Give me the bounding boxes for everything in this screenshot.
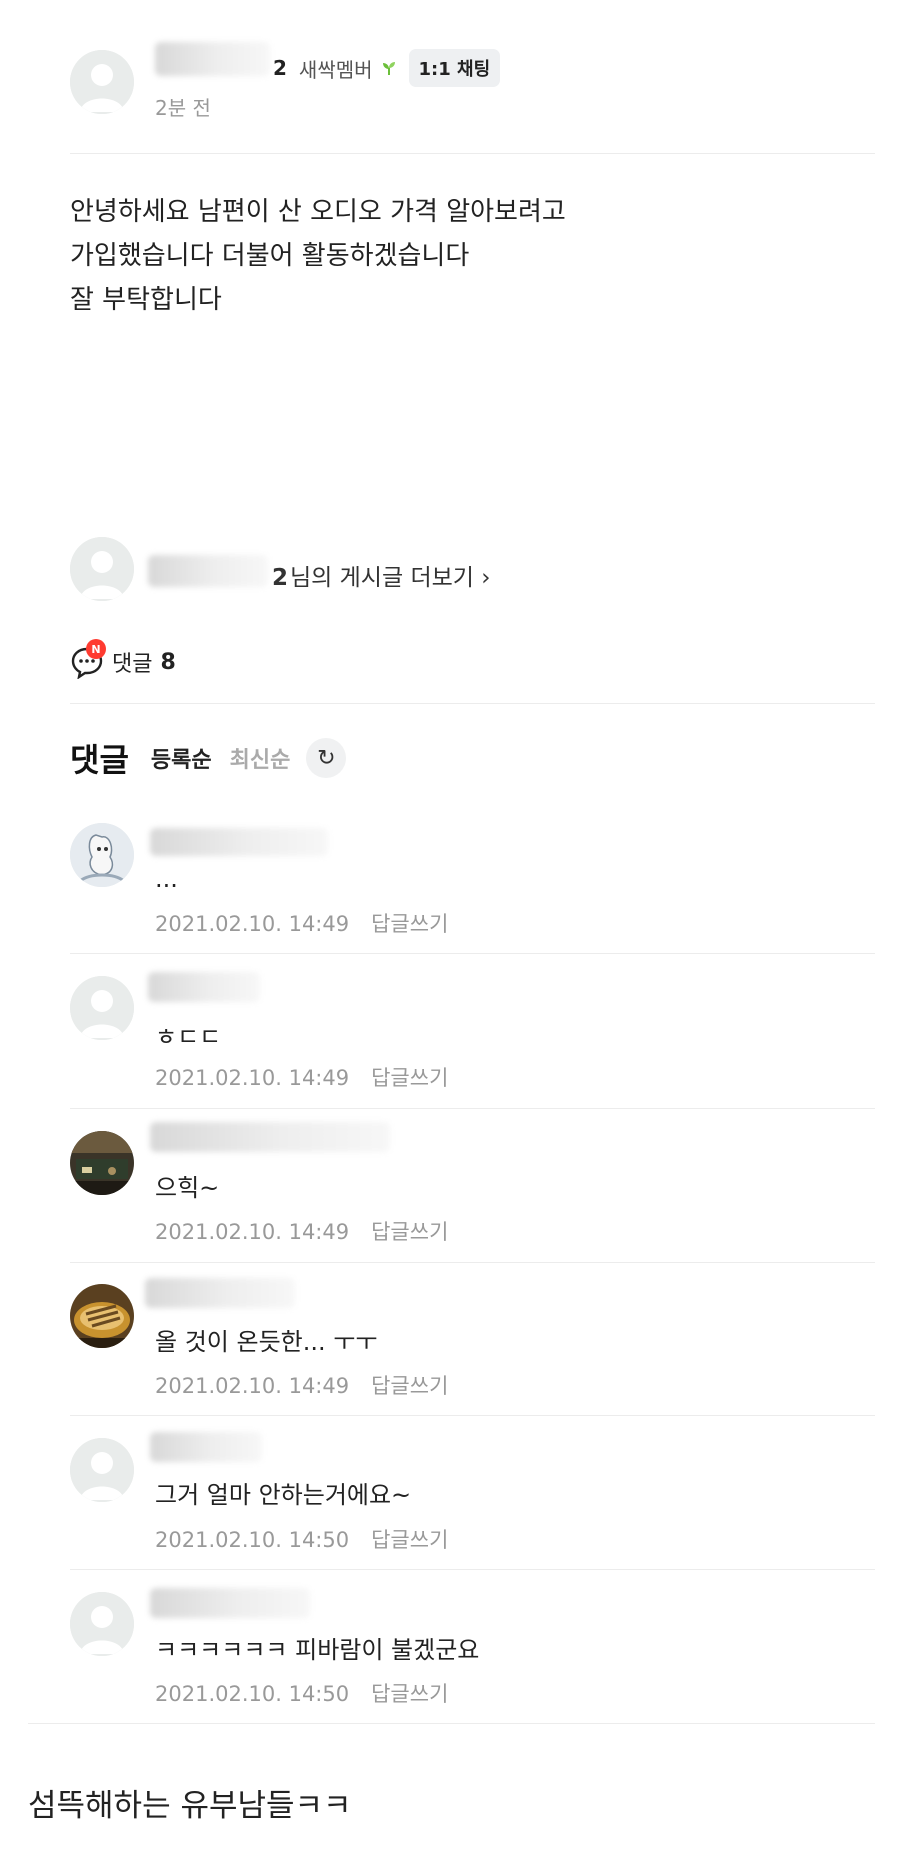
commenter-avatar[interactable] bbox=[70, 1438, 134, 1502]
comment-list-end-divider bbox=[28, 1723, 875, 1724]
comment-text: ... bbox=[155, 865, 178, 893]
post-body-line: 가입했습니다 더불어 활동하겠습니다 bbox=[70, 241, 470, 271]
reply-button[interactable]: 답글쓰기 bbox=[371, 1374, 448, 1398]
commenter-avatar[interactable] bbox=[70, 1284, 134, 1348]
comment-date: 2021.02.10. 14:49 bbox=[155, 1220, 350, 1244]
comment-date: 2021.02.10. 14:50 bbox=[155, 1682, 350, 1706]
author-more-name-redacted bbox=[148, 555, 268, 587]
refresh-icon[interactable]: ↻ bbox=[306, 738, 347, 778]
commenter-name-redacted bbox=[148, 972, 260, 1002]
header-divider bbox=[70, 153, 875, 154]
comment-date: 2021.02.10. 14:49 bbox=[155, 1374, 350, 1398]
food-photo-avatar bbox=[70, 1284, 134, 1348]
caption-text: 섬뜩해하는 유부남들ㅋㅋ bbox=[28, 1788, 352, 1824]
room-photo-avatar bbox=[70, 1131, 134, 1195]
ghost-illustration-avatar bbox=[70, 823, 134, 887]
comment-date: 2021.02.10. 14:49 bbox=[155, 1066, 350, 1090]
post-body: 안녕하세요 남편이 산 오디오 가격 알아보려고 가입했습니다 더불어 활동하겠… bbox=[70, 190, 566, 322]
comment-meta: 2021.02.10. 14:50 답글쓰기 bbox=[155, 1524, 448, 1554]
post-body-line: 잘 부탁합니다 bbox=[70, 285, 222, 315]
count-divider bbox=[70, 703, 875, 704]
default-profile-icon bbox=[70, 1438, 134, 1502]
reply-button[interactable]: 답글쓰기 bbox=[371, 912, 448, 936]
new-badge: N bbox=[86, 639, 106, 659]
comment-text: 올 것이 온듯한... ㅜㅜ bbox=[155, 1328, 378, 1356]
author-row: 2 새싹멤버 1:1 채팅 bbox=[155, 48, 501, 88]
author-avatar[interactable] bbox=[70, 50, 134, 114]
comment-date: 2021.02.10. 14:50 bbox=[155, 1528, 350, 1552]
comment-text: ㅎㄷㄷ bbox=[155, 1023, 222, 1051]
author-more-text: 님의 게시글 더보기 › bbox=[290, 565, 491, 591]
default-profile-icon bbox=[70, 537, 134, 601]
commenter-name-redacted bbox=[150, 1122, 390, 1152]
comment-meta: 2021.02.10. 14:49 답글쓰기 bbox=[155, 908, 448, 938]
author-name[interactable]: 2 bbox=[273, 56, 287, 80]
commenter-name-redacted bbox=[150, 828, 328, 856]
commenter-avatar[interactable] bbox=[70, 823, 134, 887]
comment-meta: 2021.02.10. 14:49 답글쓰기 bbox=[155, 1370, 448, 1400]
member-level-label: 새싹멤버 bbox=[298, 57, 373, 82]
comment-divider bbox=[70, 1108, 875, 1109]
comment-text: 으힉~ bbox=[155, 1174, 220, 1202]
commenter-avatar[interactable] bbox=[70, 1131, 134, 1195]
comment-bubble-icon: N bbox=[70, 639, 106, 680]
comment-meta: 2021.02.10. 14:49 답글쓰기 bbox=[155, 1062, 448, 1092]
author-more-avatar[interactable] bbox=[70, 537, 134, 601]
commenter-name-redacted bbox=[145, 1278, 295, 1308]
comment-divider bbox=[70, 1569, 875, 1570]
default-profile-icon bbox=[70, 50, 134, 114]
reply-button[interactable]: 답글쓰기 bbox=[371, 1066, 448, 1090]
commenter-avatar[interactable] bbox=[70, 1592, 134, 1656]
comment-divider bbox=[70, 1262, 875, 1263]
commenter-name-redacted bbox=[150, 1588, 310, 1618]
comment-meta: 2021.02.10. 14:49 답글쓰기 bbox=[155, 1216, 448, 1246]
sort-latest-tab[interactable]: 최신순 bbox=[230, 742, 291, 774]
comment-count-number: 8 bbox=[160, 649, 176, 675]
comment-count-label: 댓글 bbox=[112, 652, 153, 677]
comment-text: ㅋㅋㅋㅋㅋㅋ 피바람이 불겠군요 bbox=[155, 1636, 480, 1664]
comment-meta: 2021.02.10. 14:50 답글쓰기 bbox=[155, 1678, 448, 1708]
author-more-posts-link[interactable]: 2님의 게시글 더보기 › bbox=[272, 558, 490, 592]
reply-button[interactable]: 답글쓰기 bbox=[371, 1528, 448, 1552]
commenter-name-redacted bbox=[150, 1432, 262, 1462]
default-profile-icon bbox=[70, 1592, 134, 1656]
reply-button[interactable]: 답글쓰기 bbox=[371, 1220, 448, 1244]
author-more-name-suffix: 2 bbox=[272, 565, 289, 591]
comment-sort-row: 댓글 등록순 최신순 ↻ bbox=[70, 735, 347, 781]
post-body-line: 안녕하세요 남편이 산 오디오 가격 알아보려고 bbox=[70, 197, 566, 227]
post-time: 2분 전 bbox=[155, 96, 211, 120]
reply-button[interactable]: 답글쓰기 bbox=[371, 1682, 448, 1706]
sort-registered-tab[interactable]: 등록순 bbox=[151, 742, 212, 774]
comment-divider bbox=[70, 1415, 875, 1416]
comment-divider bbox=[70, 953, 875, 954]
comment-text: 그거 얼마 안하는거에요~ bbox=[155, 1481, 412, 1509]
sprout-icon bbox=[382, 62, 395, 75]
comment-date: 2021.02.10. 14:49 bbox=[155, 912, 350, 936]
default-profile-icon bbox=[70, 976, 134, 1040]
one-to-one-chat-button[interactable]: 1:1 채팅 bbox=[408, 49, 501, 87]
commenter-avatar[interactable] bbox=[70, 976, 134, 1040]
comment-count-row[interactable]: N 댓글 8 bbox=[70, 639, 176, 680]
comments-heading: 댓글 bbox=[70, 741, 129, 779]
